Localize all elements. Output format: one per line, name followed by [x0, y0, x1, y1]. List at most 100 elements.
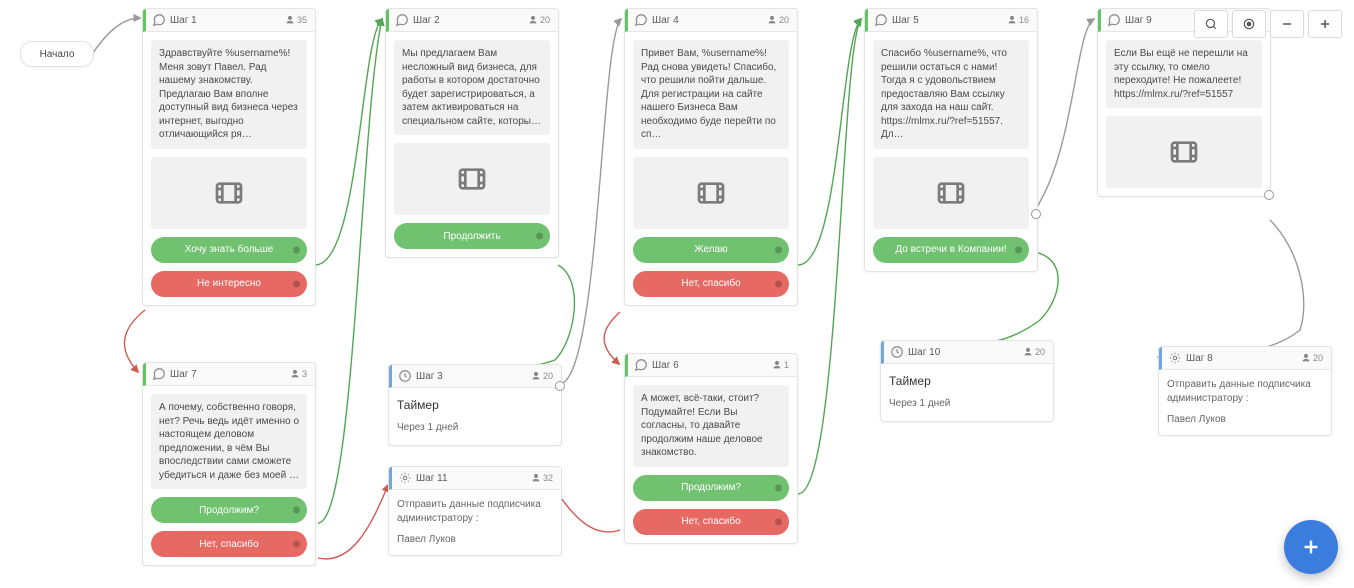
start-label: Начало: [40, 49, 75, 60]
action-desc: Отправить данные подписчика администрато…: [397, 498, 553, 525]
chat-icon: [634, 13, 648, 27]
node-title: Шаг 1: [170, 15, 285, 26]
button-continue-q[interactable]: Продолжим?: [151, 497, 307, 523]
node-title: Шаг 7: [170, 369, 290, 380]
node-step-10[interactable]: Шаг 10 20 Таймер Через 1 дней: [880, 340, 1054, 422]
button-label: Продолжим?: [199, 505, 259, 516]
node-step-1[interactable]: Шаг 1 35 Здравствуйте %username%! Меня з…: [142, 8, 316, 306]
zoom-in-button[interactable]: [1308, 10, 1342, 38]
button-want[interactable]: Желаю: [633, 237, 789, 263]
user-count: 20: [531, 371, 553, 381]
connector-dot: [775, 280, 782, 287]
message-text: Здравствуйте %username%! Меня зовут Паве…: [151, 40, 307, 149]
user-count: 16: [1007, 15, 1029, 25]
connector-dot: [293, 280, 300, 287]
button-not-interested[interactable]: Не интересно: [151, 271, 307, 297]
connector-dot: [1015, 246, 1022, 253]
node-title: Шаг 3: [416, 371, 531, 382]
node-step-5[interactable]: Шаг 5 16 Спасибо %username%, что решили …: [864, 8, 1038, 272]
node-step-6[interactable]: Шаг 6 1 А может, всё-таки, стоит? Подума…: [624, 353, 798, 544]
connector-dot: [293, 246, 300, 253]
media-placeholder: [873, 157, 1029, 229]
flow-canvas[interactable]: Начало Шаг 1 35 Здравствуйте %username%!…: [0, 0, 1354, 588]
button-label: Хочу знать больше: [185, 244, 274, 255]
add-node-fab[interactable]: [1284, 520, 1338, 574]
gears-icon: [398, 471, 412, 485]
timer-title: Таймер: [397, 396, 553, 414]
button-no-thanks[interactable]: Нет, спасибо: [633, 509, 789, 535]
start-node[interactable]: Начало: [20, 41, 94, 67]
node-step-4[interactable]: Шаг 4 20 Привет Вам, %username%! Рад сно…: [624, 8, 798, 306]
message-text: Спасибо %username%, что решили остаться …: [873, 40, 1029, 149]
search-button[interactable]: [1194, 10, 1228, 38]
media-placeholder: [633, 157, 789, 229]
button-continue[interactable]: Продолжить: [394, 223, 550, 249]
user-count: 20: [1023, 347, 1045, 357]
timer-title: Таймер: [889, 372, 1045, 390]
button-label: Продолжить: [443, 231, 500, 242]
user-count: 1: [772, 360, 789, 370]
media-placeholder: [1106, 116, 1262, 188]
node-title: Шаг 2: [413, 15, 528, 26]
message-text: Привет Вам, %username%! Рад снова увидет…: [633, 40, 789, 149]
user-count: 20: [767, 15, 789, 25]
timer-sub: Через 1 дней: [397, 422, 553, 437]
timer-sub: Через 1 дней: [889, 398, 1045, 413]
action-desc: Отправить данные подписчика администрато…: [1167, 378, 1323, 405]
node-step-7[interactable]: Шаг 7 3 А почему, собственно говоря, нет…: [142, 362, 316, 566]
chat-icon: [634, 358, 648, 372]
node-step-8[interactable]: Шаг 8 20 Отправить данные подписчика адм…: [1158, 346, 1332, 436]
zoom-out-button[interactable]: [1270, 10, 1304, 38]
clock-icon: [890, 345, 904, 359]
node-title: Шаг 11: [416, 473, 531, 484]
button-no-thanks[interactable]: Нет, спасибо: [633, 271, 789, 297]
chat-icon: [152, 13, 166, 27]
message-text: А может, всё-таки, стоит? Подумайте! Есл…: [633, 385, 789, 467]
chat-icon: [395, 13, 409, 27]
message-text: А почему, собственно говоря, нет? Речь в…: [151, 394, 307, 489]
user-count: 20: [1301, 353, 1323, 363]
button-label: Нет, спасибо: [199, 539, 258, 550]
message-text: Мы предлагаем Вам несложный вид бизнеса,…: [394, 40, 550, 135]
button-more[interactable]: Хочу знать больше: [151, 237, 307, 263]
gears-icon: [1168, 351, 1182, 365]
chat-icon: [1107, 13, 1121, 27]
message-text: Если Вы ещё не перешли на эту ссылку, то…: [1106, 40, 1262, 108]
media-placeholder: [151, 157, 307, 229]
connector-dot: [775, 484, 782, 491]
connector-dot: [775, 246, 782, 253]
connector-port[interactable]: [555, 381, 565, 391]
button-continue-q[interactable]: Продолжим?: [633, 475, 789, 501]
user-count: 35: [285, 15, 307, 25]
connector-dot: [293, 541, 300, 548]
chat-icon: [152, 367, 166, 381]
connector-dot: [536, 233, 543, 240]
view-toolbar: [1194, 10, 1342, 38]
connector-port[interactable]: [1264, 190, 1274, 200]
node-title: Шаг 10: [908, 347, 1023, 358]
clock-icon: [398, 369, 412, 383]
node-step-11[interactable]: Шаг 11 32 Отправить данные подписчика ад…: [388, 466, 562, 556]
node-step-3[interactable]: Шаг 3 20 Таймер Через 1 дней: [388, 364, 562, 446]
node-title: Шаг 5: [892, 15, 1007, 26]
button-label: Продолжим?: [681, 482, 741, 493]
button-see-you[interactable]: До встречи в Компании!: [873, 237, 1029, 263]
user-count: 32: [531, 473, 553, 483]
media-placeholder: [394, 143, 550, 215]
button-label: Не интересно: [197, 278, 261, 289]
chat-icon: [874, 13, 888, 27]
node-step-2[interactable]: Шаг 2 20 Мы предлагаем Вам несложный вид…: [385, 8, 559, 258]
connector-dot: [775, 518, 782, 525]
center-button[interactable]: [1232, 10, 1266, 38]
button-label: До встречи в Компании!: [895, 244, 1006, 255]
node-title: Шаг 8: [1186, 353, 1301, 364]
button-no-thanks[interactable]: Нет, спасибо: [151, 531, 307, 557]
button-label: Нет, спасибо: [681, 516, 740, 527]
action-admin: Павел Луков: [1167, 413, 1323, 427]
user-count: 20: [528, 15, 550, 25]
action-admin: Павел Луков: [397, 533, 553, 547]
node-title: Шаг 6: [652, 360, 772, 371]
button-label: Нет, спасибо: [681, 278, 740, 289]
connector-port[interactable]: [1031, 209, 1041, 219]
node-title: Шаг 4: [652, 15, 767, 26]
